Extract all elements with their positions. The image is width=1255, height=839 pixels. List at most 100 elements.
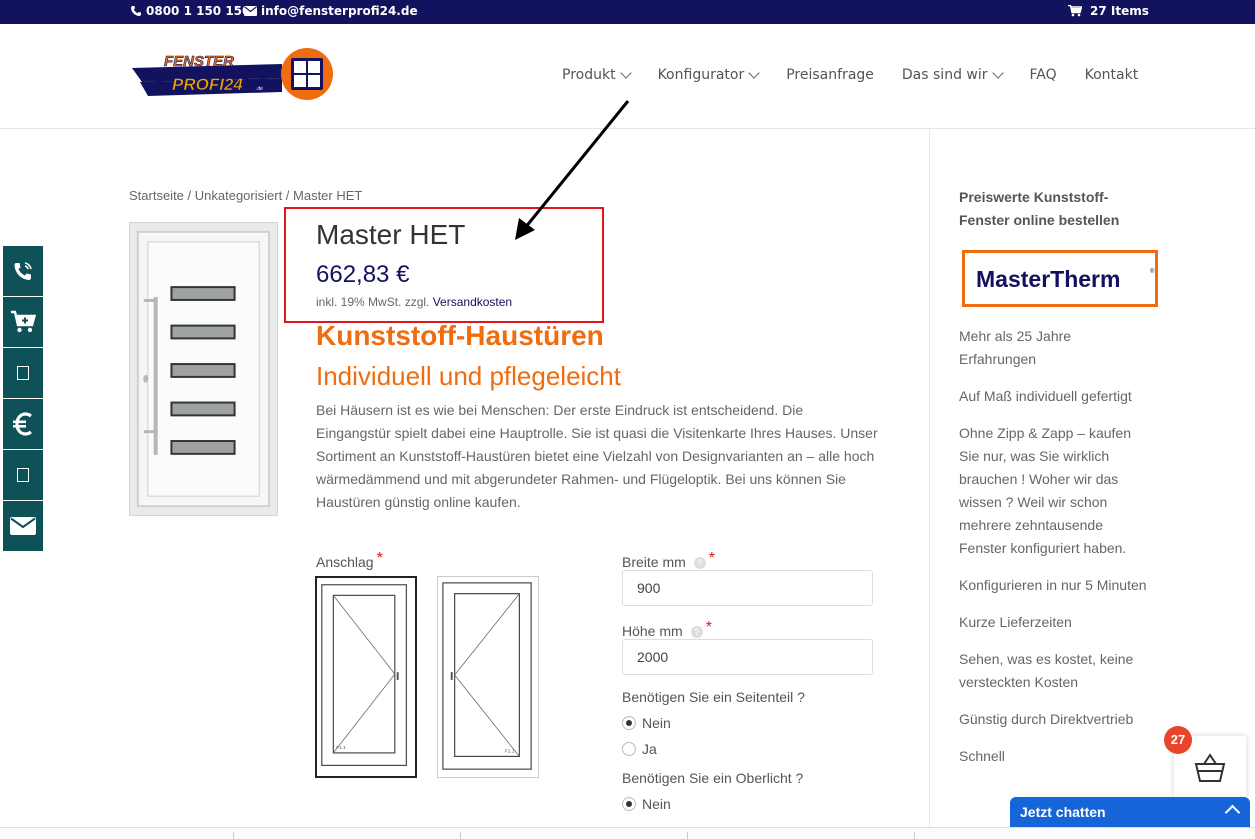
sidebar-benefits-list: Mehr als 25 Jahre Erfahrungen Auf Maß in…	[959, 325, 1149, 782]
required-mark: *	[376, 550, 383, 567]
nav-label: Konfigurator	[657, 67, 745, 83]
hoehe-input[interactable]: 2000	[622, 639, 873, 675]
phone-number: 0800 1 150 150	[146, 4, 251, 18]
top-cart-link[interactable]: 27 Items	[1068, 4, 1149, 18]
breite-label-text: Breite mm	[622, 554, 686, 570]
divider	[687, 832, 688, 839]
mastertherm-logo: MasterTherm ®	[962, 250, 1158, 307]
main-navigation: Produkt Konfigurator Preisanfrage Das si…	[562, 67, 1138, 83]
envelope-icon	[244, 6, 257, 16]
divider	[233, 832, 234, 839]
basket-count-badge: 27	[1164, 726, 1192, 754]
nav-item-das-sind-wir[interactable]: Das sind wir	[901, 67, 1004, 83]
square-icon	[17, 468, 29, 482]
hoehe-label-text: Höhe mm	[622, 623, 683, 639]
chevron-down-icon	[619, 67, 632, 79]
breite-label: Breite mm? *	[622, 550, 715, 570]
nav-label: Kontakt	[1084, 67, 1139, 83]
benefit-item: Sehen, was es kostet, keine versteckten …	[959, 651, 1134, 690]
phone-icon	[131, 6, 141, 16]
benefit-item: Schnell	[959, 748, 1005, 764]
breite-input[interactable]: 900	[622, 570, 873, 606]
nav-item-produkt[interactable]: Produkt	[562, 67, 632, 83]
benefit-item: Ohne Zipp & Zapp – kaufen Sie nur, was S…	[959, 425, 1131, 556]
chevron-up-icon	[1224, 804, 1241, 821]
nav-label: FAQ	[1029, 67, 1057, 83]
radio-label: Nein	[642, 796, 671, 812]
anschlag-option-right[interactable]: F1.1	[437, 576, 539, 778]
radio-label: Nein	[642, 715, 671, 731]
radio-selected-icon	[622, 797, 636, 811]
anschlag-label: Anschlag *	[316, 550, 383, 570]
chevron-down-icon	[748, 67, 760, 79]
help-icon[interactable]: ?	[693, 557, 706, 569]
oberlicht-radio-nein[interactable]: Nein	[622, 796, 671, 812]
divider	[460, 832, 461, 839]
nav-label: Produkt	[562, 67, 616, 83]
sidebar-title: Preiswerte Kunststoff-Fenster online bes…	[959, 189, 1120, 228]
svg-text:FENSTER: FENSTER	[164, 53, 234, 70]
svg-text:®: ®	[1150, 268, 1155, 275]
radio-selected-icon	[622, 716, 636, 730]
nav-label: Preisanfrage	[786, 67, 874, 83]
float-square-button[interactable]	[3, 450, 43, 500]
mastertherm-brand-text: MasterTherm	[976, 266, 1120, 292]
svg-text:F1.1: F1.1	[336, 745, 346, 751]
envelope-icon	[10, 517, 36, 535]
oberlicht-question: Benötigen Sie ein Oberlicht ?	[622, 770, 804, 786]
svg-text:www.: www.	[149, 62, 165, 68]
email-link[interactable]: info@fensterprofi24.de	[244, 4, 418, 18]
basket-icon	[1194, 753, 1226, 782]
float-cart-button[interactable]	[3, 297, 43, 347]
benefit-item: Auf Maß individuell gefertigt	[959, 388, 1132, 404]
float-phone-button[interactable]	[3, 246, 43, 296]
svg-text:.de: .de	[256, 86, 263, 92]
chat-label: Jetzt chatten	[1020, 804, 1106, 820]
product-image	[129, 222, 278, 516]
seitenteil-radio-ja[interactable]: Ja	[622, 741, 657, 757]
benefit-item: Mehr als 25 Jahre Erfahrungen	[959, 328, 1072, 367]
seitenteil-radio-nein[interactable]: Nein	[622, 715, 671, 731]
benefit-item: Konfigurieren in nur 5 Minuten	[959, 577, 1147, 593]
top-contact-bar: 0800 1 150 150 info@fensterprofi24.de 27…	[0, 0, 1255, 24]
cart-count-label: 27 Items	[1090, 4, 1149, 18]
svg-text:F1.1: F1.1	[505, 748, 515, 754]
site-logo[interactable]: www. FENSTER PROFI24 .de	[132, 46, 334, 102]
benefit-item: Kurze Lieferzeiten	[959, 614, 1072, 630]
product-description: Bei Häusern ist es wie bei Menschen: Der…	[316, 402, 878, 510]
nav-item-faq[interactable]: FAQ	[1030, 67, 1057, 83]
divider	[914, 832, 915, 839]
nav-item-preisanfrage[interactable]: Preisanfrage	[786, 67, 874, 83]
square-icon	[17, 366, 29, 380]
email-address: info@fensterprofi24.de	[261, 4, 418, 18]
cart-icon	[1068, 5, 1082, 17]
annotation-arrow-icon	[515, 100, 630, 240]
float-email-button[interactable]	[3, 501, 43, 551]
help-icon[interactable]: ?	[690, 626, 703, 638]
nav-label: Das sind wir	[901, 67, 988, 83]
float-square-button[interactable]	[3, 348, 43, 398]
chat-widget-button[interactable]: Jetzt chatten	[1010, 797, 1250, 827]
breadcrumb[interactable]: Startseite / Unkategorisiert / Master HE…	[129, 188, 362, 203]
category-heading: Kunststoff-Haustüren	[316, 320, 604, 351]
radio-label: Ja	[642, 741, 657, 757]
euro-icon	[13, 412, 32, 436]
seitenteil-question: Benötigen Sie ein Seitenteil ?	[622, 689, 805, 705]
phone-link[interactable]: 0800 1 150 150	[130, 4, 250, 18]
floating-action-bar	[3, 246, 43, 552]
cart-icon	[11, 310, 36, 333]
anschlag-label-text: Anschlag	[316, 554, 374, 570]
nav-item-konfigurator[interactable]: Konfigurator	[657, 67, 760, 83]
chevron-down-icon	[991, 67, 1004, 79]
required-mark: *	[708, 550, 716, 567]
float-euro-button[interactable]	[3, 399, 43, 449]
hoehe-label: Höhe mm? *	[622, 619, 712, 639]
anschlag-option-left[interactable]: F1.1	[315, 576, 417, 778]
svg-text:PROFI24: PROFI24	[172, 75, 243, 94]
nav-item-kontakt[interactable]: Kontakt	[1085, 67, 1139, 83]
benefit-item: Günstig durch Direktvertrieb	[959, 711, 1134, 727]
radio-unselected-icon	[622, 742, 636, 756]
bottom-bar	[0, 827, 1255, 839]
sidebar-divider	[929, 129, 930, 839]
category-subheading: Individuell und pflegeleicht	[316, 361, 621, 391]
